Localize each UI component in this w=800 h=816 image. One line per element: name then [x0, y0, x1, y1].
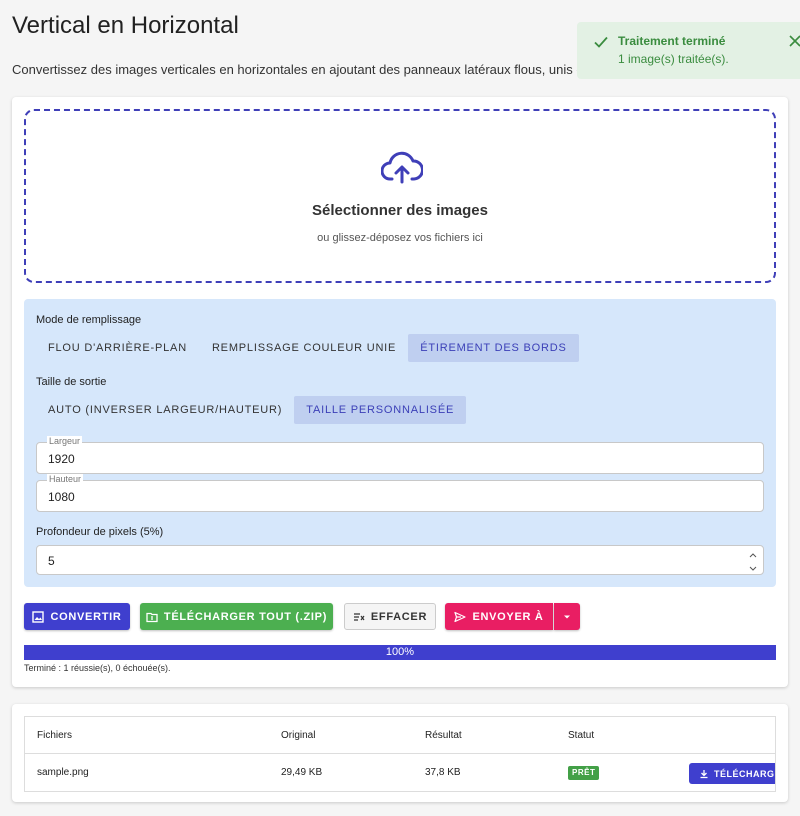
depth-label: Profondeur de pixels (5%) — [36, 526, 164, 538]
clear-list-icon — [353, 612, 365, 621]
fill-mode-group: Flou d'arrière-plan Remplissage couleur … — [36, 334, 579, 362]
send-to-label: Envoyer à — [472, 610, 544, 623]
row-result: 37,8 KB — [425, 767, 461, 778]
row-file: sample.png — [37, 767, 89, 778]
download-icon — [700, 769, 708, 778]
output-size-group: Auto (inverser largeur/hauteur) Taille p… — [36, 396, 467, 424]
send-to-dropdown-button[interactable] — [554, 603, 580, 630]
download-label: Télécharger — [714, 768, 775, 779]
converter-card: Sélectionner des images ou glissez-dépos… — [12, 97, 788, 687]
height-field[interactable]: Hauteur — [36, 474, 764, 512]
output-size-custom[interactable]: Taille personnalisée — [294, 396, 467, 424]
download-all-button[interactable]: Télécharger tout (.zip) — [140, 603, 333, 630]
height-input[interactable] — [48, 488, 738, 506]
fill-mode-solid[interactable]: Remplissage couleur unie — [200, 334, 408, 362]
width-field[interactable]: Largeur — [36, 436, 764, 474]
convert-button[interactable]: Convertir — [24, 603, 130, 630]
send-icon — [454, 611, 467, 622]
progress-label: 100% — [385, 646, 415, 658]
convert-label: Convertir — [50, 610, 122, 623]
clear-button[interactable]: Effacer — [344, 603, 436, 630]
col-original: Original — [281, 730, 316, 741]
send-to-button[interactable]: Envoyer à — [445, 603, 553, 630]
results-card: Fichiers Original Résultat Statut sample… — [12, 704, 788, 802]
settings-panel: Mode de remplissage Flou d'arrière-plan … — [24, 299, 776, 587]
page-subtitle: Convertissez des images verticales en ho… — [12, 62, 591, 77]
cloud-upload-icon — [381, 151, 423, 184]
row-original: 29,49 KB — [281, 767, 323, 778]
height-label: Hauteur — [47, 474, 84, 484]
progress-bar: 100% — [24, 645, 776, 660]
success-toast: Traitement terminé 1 image(s) traitée(s)… — [577, 22, 800, 79]
fill-mode-stretch[interactable]: Étirement des bords — [408, 334, 579, 362]
progress-status: Terminé : 1 réussie(s), 0 échouée(s). — [24, 663, 171, 673]
spinner-arrows-icon[interactable] — [749, 550, 757, 574]
dropzone-subtitle: ou glissez-déposez vos fichiers ici — [317, 232, 483, 244]
col-result: Résultat — [425, 730, 462, 741]
depth-field[interactable] — [36, 545, 764, 575]
file-dropzone[interactable]: Sélectionner des images ou glissez-dépos… — [24, 109, 776, 283]
download-button[interactable]: Télécharger — [689, 763, 775, 784]
results-table: Fichiers Original Résultat Statut sample… — [24, 716, 776, 792]
chevron-down-icon — [564, 615, 570, 618]
col-files: Fichiers — [37, 730, 73, 741]
fill-mode-label: Mode de remplissage — [36, 314, 142, 326]
width-input[interactable] — [48, 450, 738, 468]
depth-input[interactable] — [48, 552, 738, 570]
output-size-auto[interactable]: Auto (inverser largeur/hauteur) — [36, 396, 294, 424]
folder-zip-icon — [146, 612, 158, 622]
width-label: Largeur — [47, 436, 83, 446]
clear-label: Effacer — [370, 610, 428, 623]
image-icon — [32, 610, 45, 623]
output-size-label: Taille de sortie — [36, 376, 107, 388]
col-status: Statut — [568, 730, 595, 741]
close-icon[interactable] — [788, 34, 800, 48]
fill-mode-blur[interactable]: Flou d'arrière-plan — [36, 334, 199, 362]
check-icon — [594, 36, 608, 48]
download-all-label: Télécharger tout (.zip) — [163, 610, 328, 623]
toast-message: 1 image(s) traitée(s). — [618, 52, 729, 66]
status-badge: PRÊT — [568, 766, 600, 780]
table-header: Fichiers Original Résultat Statut — [25, 717, 775, 754]
dropzone-title: Sélectionner des images — [312, 202, 488, 219]
toast-title: Traitement terminé — [618, 34, 726, 48]
page-title: Vertical en Horizontal — [12, 12, 239, 39]
